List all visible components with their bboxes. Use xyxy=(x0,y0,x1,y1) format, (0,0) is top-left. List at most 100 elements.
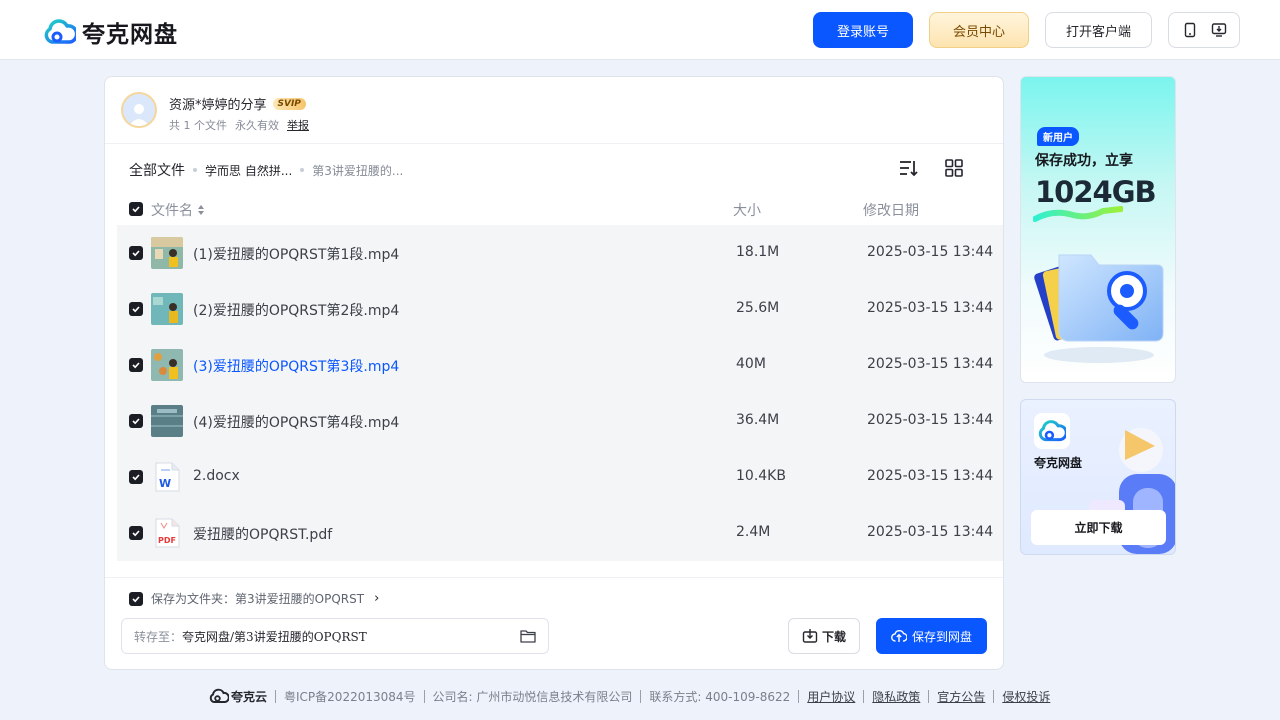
phone-icon[interactable] xyxy=(1182,22,1198,38)
column-name: 文件名 xyxy=(151,203,193,219)
footer-separator xyxy=(798,689,800,703)
file-row[interactable]: W 2.docx 10.4KB 2025-03-15 13:44 xyxy=(117,449,1003,505)
file-size: 2.4M xyxy=(736,524,771,540)
download-button[interactable]: 下载 xyxy=(788,618,860,654)
breadcrumb-root[interactable]: 全部文件 xyxy=(129,160,185,180)
user-avatar-icon xyxy=(129,104,149,126)
save-to-drive-label: 保存到网盘 xyxy=(911,629,972,644)
row-checkbox[interactable] xyxy=(129,526,143,540)
validity: 永久有效 xyxy=(235,119,279,132)
video-thumbnail xyxy=(151,405,183,437)
row-checkbox[interactable] xyxy=(129,246,143,260)
video-thumbnail xyxy=(151,293,183,325)
app-name: 夸克网盘 xyxy=(1034,456,1083,470)
file-date: 2025-03-15 13:44 xyxy=(867,524,994,540)
file-name[interactable]: 2.docx xyxy=(193,468,240,484)
folder-illustration xyxy=(1034,254,1164,363)
save-as-folder-checkbox[interactable] xyxy=(129,591,143,606)
footer: 夸克云 粤ICP备2022013084号 公司名: 广州市动悦信息技术有限公司 … xyxy=(209,686,1050,706)
breadcrumb-item[interactable]: 学而思 自然拼... xyxy=(205,162,292,179)
desktop-download-icon[interactable] xyxy=(1211,22,1227,38)
new-user-promo-banner[interactable]: 新用户 保存成功，立享 1024GB xyxy=(1020,76,1176,383)
vip-center-button[interactable]: 会员中心 xyxy=(929,12,1029,48)
footer-separator xyxy=(423,689,425,703)
cloud-upload-icon xyxy=(891,630,907,642)
footer-separator xyxy=(640,689,642,703)
divider xyxy=(105,577,1003,578)
new-user-badge: 新用户 xyxy=(1037,127,1079,146)
check-icon xyxy=(132,206,140,213)
official-notice-link[interactable]: 官方公告 xyxy=(937,688,985,705)
icp-number: 粤ICP备2022013084号 xyxy=(284,689,416,704)
row-checkbox[interactable] xyxy=(129,470,143,484)
file-row[interactable]: (3)爱扭腰的OPQRST第3段.mp4 40M 2025-03-15 13:4… xyxy=(117,337,1003,393)
contact-info: 联系方式: 400-109-8622 xyxy=(649,689,791,704)
app-download-banner[interactable]: 夸克网盘 立即下载 xyxy=(1020,399,1176,555)
file-row[interactable]: (1)爱扭腰的OPQRST第1段.mp4 18.1M 2025-03-15 13… xyxy=(117,225,1003,281)
file-size: 36.4M xyxy=(736,412,780,428)
file-list: (1)爱扭腰的OPQRST第1段.mp4 18.1M 2025-03-15 13… xyxy=(117,225,1003,561)
file-name[interactable]: 爱扭腰的OPQRST.pdf xyxy=(193,524,332,544)
save-to-drive-button[interactable]: 保存到网盘 xyxy=(876,618,987,654)
video-thumbnail xyxy=(151,349,183,381)
svg-text:PDF: PDF xyxy=(158,536,176,545)
divider xyxy=(105,143,1003,144)
logo-text: 夸克网盘 xyxy=(82,22,178,48)
word-doc-icon: W xyxy=(151,461,183,493)
login-button[interactable]: 登录账号 xyxy=(813,12,913,48)
breadcrumb-current: 第3讲爱扭腰的... xyxy=(312,163,404,178)
open-client-button[interactable]: 打开客户端 xyxy=(1045,12,1152,48)
privacy-policy-link[interactable]: 隐私政策 xyxy=(872,688,920,705)
highlight-stroke-graphic xyxy=(1033,206,1123,222)
infringement-report-link[interactable]: 侵权投诉 xyxy=(1002,688,1050,705)
sort-icon[interactable] xyxy=(898,158,918,178)
check-icon xyxy=(132,595,140,602)
chevron-right-icon[interactable]: › xyxy=(374,591,379,606)
grid-view-icon[interactable] xyxy=(944,158,964,178)
file-name[interactable]: (2)爱扭腰的OPQRST第2段.mp4 xyxy=(193,300,399,320)
file-size: 40M xyxy=(736,356,766,372)
user-agreement-link[interactable]: 用户协议 xyxy=(807,688,855,705)
check-icon xyxy=(132,530,140,537)
save-as-folder-label: 保存为文件夹：第3讲爱扭腰的OPQRST xyxy=(151,592,365,606)
file-date: 2025-03-15 13:44 xyxy=(867,468,994,484)
folder-icon[interactable] xyxy=(520,629,536,643)
file-row[interactable]: (2)爱扭腰的OPQRST第2段.mp4 25.6M 2025-03-15 13… xyxy=(117,281,1003,337)
avatar xyxy=(121,92,157,128)
top-header: 夸克网盘 登录账号 会员中心 打开客户端 xyxy=(0,0,1280,60)
row-checkbox[interactable] xyxy=(129,302,143,316)
check-icon xyxy=(132,250,140,257)
quark-logo[interactable]: 夸克网盘 xyxy=(44,15,178,49)
destination-selector[interactable]: 转存至： 夸克网盘/第3讲爱扭腰的OPQRST xyxy=(121,618,549,654)
file-row[interactable]: PDF 爱扭腰的OPQRST.pdf 2.4M 2025-03-15 13:44 xyxy=(117,505,1003,561)
select-all-checkbox[interactable] xyxy=(129,202,143,216)
download-label: 下载 xyxy=(821,629,846,644)
file-row[interactable]: (4)爱扭腰的OPQRST第4段.mp4 36.4M 2025-03-15 13… xyxy=(117,393,1003,449)
file-name[interactable]: (4)爱扭腰的OPQRST第4段.mp4 xyxy=(193,412,399,432)
file-date: 2025-03-15 13:44 xyxy=(867,412,994,428)
file-count: 共 1 个文件 xyxy=(169,119,227,132)
download-app-button[interactable]: 立即下载 xyxy=(1031,510,1166,545)
file-date: 2025-03-15 13:44 xyxy=(867,300,994,316)
check-icon xyxy=(132,418,140,425)
column-header: 文件名 大小 修改日期 xyxy=(129,199,1005,219)
promo-highlight: 1024GB xyxy=(1035,175,1157,209)
download-icon xyxy=(802,629,818,643)
cloud-logo-icon xyxy=(44,19,76,44)
file-date: 2025-03-15 13:44 xyxy=(867,244,994,260)
row-checkbox[interactable] xyxy=(129,414,143,428)
file-size: 18.1M xyxy=(736,244,780,260)
file-name[interactable]: (3)爱扭腰的OPQRST第3段.mp4 xyxy=(193,356,399,376)
footer-separator xyxy=(928,689,930,703)
footer-separator xyxy=(863,689,865,703)
save-as-folder-option[interactable]: 保存为文件夹：第3讲爱扭腰的OPQRST › xyxy=(129,590,379,607)
column-name-sort[interactable]: 文件名 xyxy=(151,200,205,220)
svip-badge: SVIP xyxy=(272,97,306,110)
report-link[interactable]: 举报 xyxy=(287,117,309,133)
footer-brand-text: 夸克云 xyxy=(231,689,268,704)
footer-brand[interactable]: 夸克云 xyxy=(209,688,267,705)
file-name[interactable]: (1)爱扭腰的OPQRST第1段.mp4 xyxy=(193,244,399,264)
app-icon xyxy=(1034,413,1070,449)
company-name: 公司名: 广州市动悦信息技术有限公司 xyxy=(432,689,633,704)
row-checkbox[interactable] xyxy=(129,358,143,372)
